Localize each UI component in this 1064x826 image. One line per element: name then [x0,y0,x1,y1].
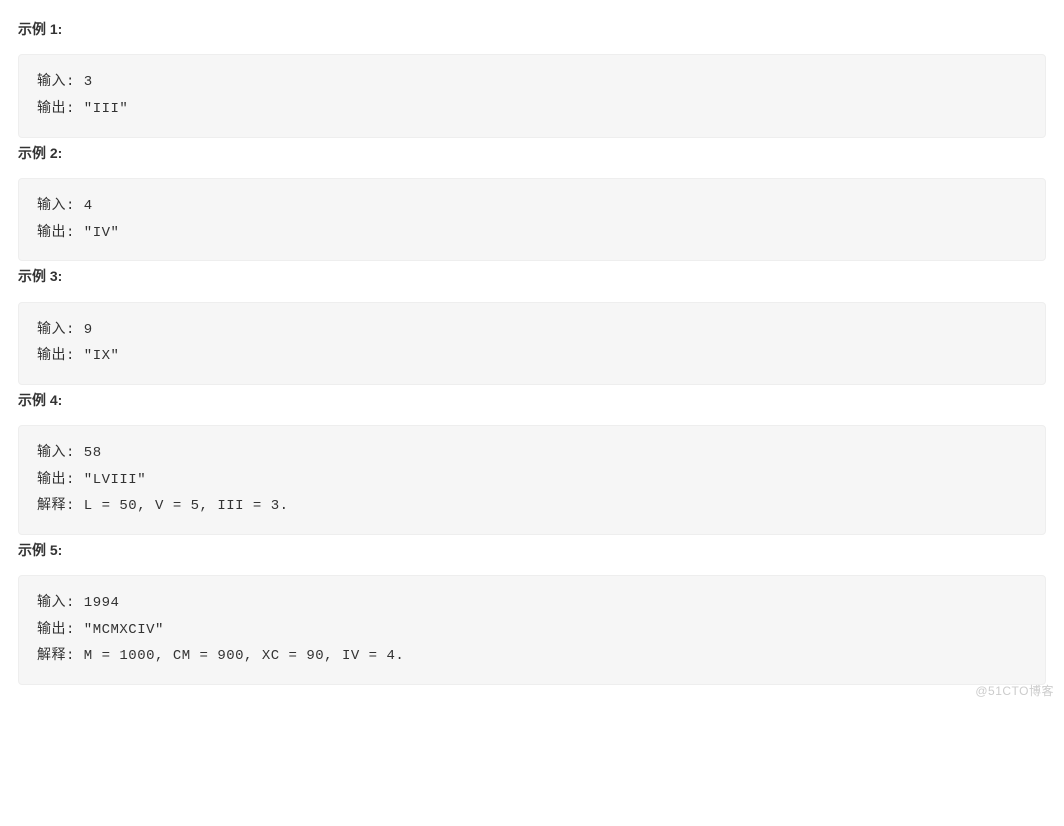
code-line: 输入: 4 [37,198,93,214]
code-line: 解释: M = 1000, CM = 900, XC = 90, IV = 4. [37,648,404,664]
code-line: 输入: 9 [37,322,93,338]
code-block: 输入: 3 输出: "III" [18,54,1046,137]
code-line: 输入: 58 [37,445,102,461]
code-line: 输出: "III" [37,101,128,117]
example-1: 示例 1: 输入: 3 输出: "III" [18,18,1046,138]
code-line: 输出: "LVIII" [37,472,146,488]
watermark: @51CTO博客 [975,682,1054,701]
example-title: 示例 2: [18,142,1046,164]
example-title: 示例 1: [18,18,1046,40]
example-2: 示例 2: 输入: 4 输出: "IV" [18,142,1046,262]
code-line: 输入: 1994 [37,595,119,611]
example-title: 示例 5: [18,539,1046,561]
code-line: 输入: 3 [37,74,93,90]
code-block: 输入: 4 输出: "IV" [18,178,1046,261]
code-line: 输出: "MCMXCIV" [37,622,164,638]
code-line: 解释: L = 50, V = 5, III = 3. [37,498,289,514]
example-3: 示例 3: 输入: 9 输出: "IX" [18,265,1046,385]
code-line: 输出: "IV" [37,225,119,241]
code-line: 输出: "IX" [37,348,119,364]
code-block: 输入: 9 输出: "IX" [18,302,1046,385]
example-title: 示例 3: [18,265,1046,287]
code-block: 输入: 58 输出: "LVIII" 解释: L = 50, V = 5, II… [18,425,1046,535]
example-title: 示例 4: [18,389,1046,411]
example-4: 示例 4: 输入: 58 输出: "LVIII" 解释: L = 50, V =… [18,389,1046,535]
document-content: 示例 1: 输入: 3 输出: "III" 示例 2: 输入: 4 输出: "I… [0,0,1064,707]
code-block: 输入: 1994 输出: "MCMXCIV" 解释: M = 1000, CM … [18,575,1046,685]
example-5: 示例 5: 输入: 1994 输出: "MCMXCIV" 解释: M = 100… [18,539,1046,685]
